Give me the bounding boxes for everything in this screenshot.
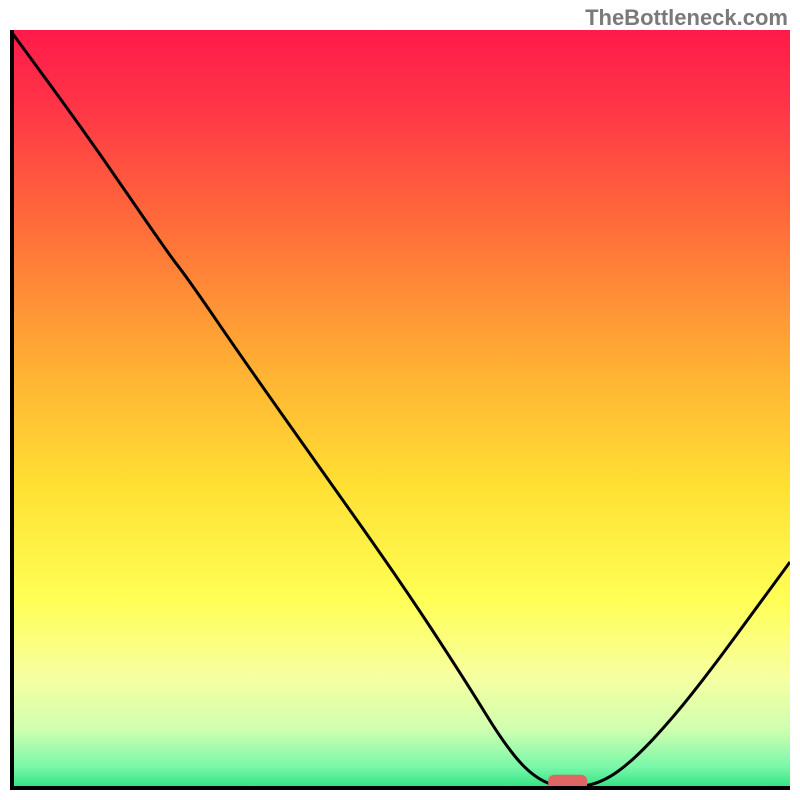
watermark-text: TheBottleneck.com [585,5,788,31]
chart-area [10,30,790,790]
chart-svg [10,30,790,790]
chart-container: TheBottleneck.com [0,0,800,800]
gradient-background [10,30,790,790]
